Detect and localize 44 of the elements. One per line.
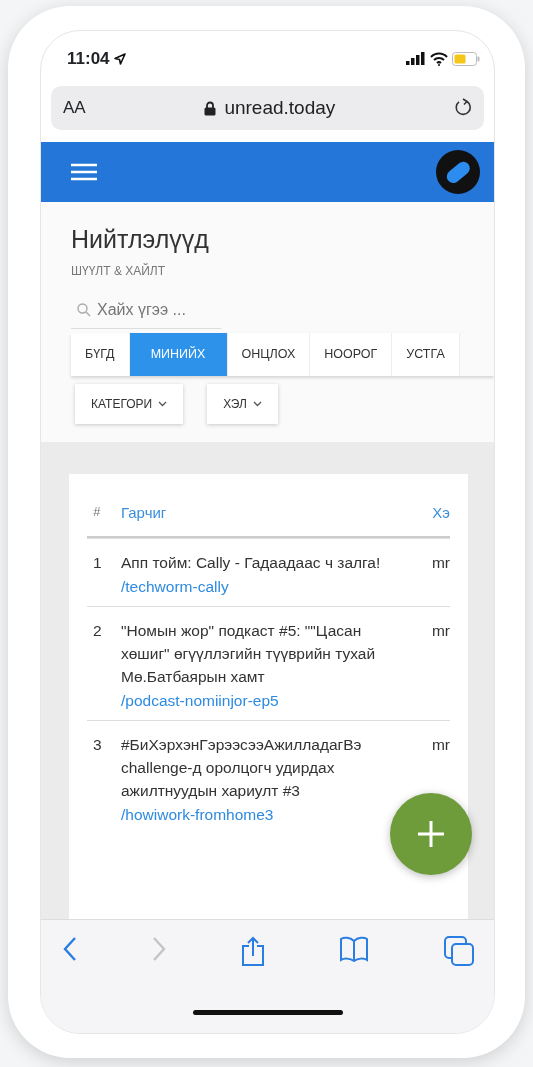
search-field[interactable]: Хайх үгээ ...	[71, 294, 221, 329]
table-cell-text: mr	[430, 620, 450, 641]
status-time: 11:04	[67, 47, 110, 70]
row-number: 1	[92, 553, 103, 574]
page-subtitle: ШҮҮЛТ & ХАЙЛТ	[71, 262, 167, 280]
caret-icon	[252, 400, 262, 407]
battery-icon	[452, 51, 480, 66]
row-number: 2	[92, 620, 103, 641]
table-cell-text: mr	[430, 553, 450, 574]
text-size-control[interactable]: AA	[63, 95, 86, 121]
reload-icon[interactable]	[454, 98, 472, 118]
search-icon	[77, 303, 91, 317]
filter-tab[interactable]: УСТГА	[392, 333, 460, 376]
wifi-icon	[430, 51, 448, 66]
lock-icon	[204, 100, 217, 116]
article-title: Апп тойм: Cally - Гадаадаас ч залга!	[121, 553, 382, 574]
column-header[interactable]: Гарчиг	[121, 501, 424, 525]
article-title: #БиХэрхэнГэрээсээАжилладагВэ challenge-д оролцогч удирдах ажилтнуудын хариулт #3	[121, 734, 363, 802]
address-bar[interactable]: AA unread.today	[51, 86, 484, 130]
bookmarks-button[interactable]	[339, 936, 370, 962]
signal-icon	[406, 52, 426, 65]
filter-tab[interactable]: ОНЦЛОХ	[227, 333, 311, 376]
column-header[interactable]: Хэ	[424, 501, 450, 525]
column-header: #	[92, 502, 102, 521]
dropdown-button[interactable]: КАТЕГОРИ	[75, 383, 184, 424]
article-link[interactable]: /techworm-cally	[121, 574, 229, 598]
share-button[interactable]	[240, 936, 265, 966]
page-title: Нийтлэлүүд	[71, 224, 210, 254]
location-arrow-icon	[113, 52, 126, 65]
back-button[interactable]	[63, 936, 77, 962]
caret-icon	[158, 400, 168, 407]
article-link[interactable]: /howiwork-fromhome3	[121, 802, 274, 826]
tabs-button[interactable]	[444, 936, 474, 966]
plus-icon	[416, 819, 446, 849]
filter-tab[interactable]: БҮГД	[71, 333, 130, 376]
menu-icon[interactable]	[71, 163, 97, 181]
article-title: "Номын жор" подкаст #5: ""Цасан хөшиг" өгүүллэгийн түүврийн тухай Мө.Батбаярын хамт	[121, 620, 377, 688]
row-number: 3	[92, 734, 103, 755]
filter-tab[interactable]: НООРОГ	[310, 333, 393, 376]
url-text: unread.today	[224, 95, 336, 120]
logo-icon	[436, 150, 480, 194]
table-cell-text: mr	[430, 734, 450, 755]
dropdown-button[interactable]: ХЭЛ	[207, 383, 278, 424]
article-link[interactable]: /podcast-nomiinjor-ep5	[121, 688, 279, 712]
